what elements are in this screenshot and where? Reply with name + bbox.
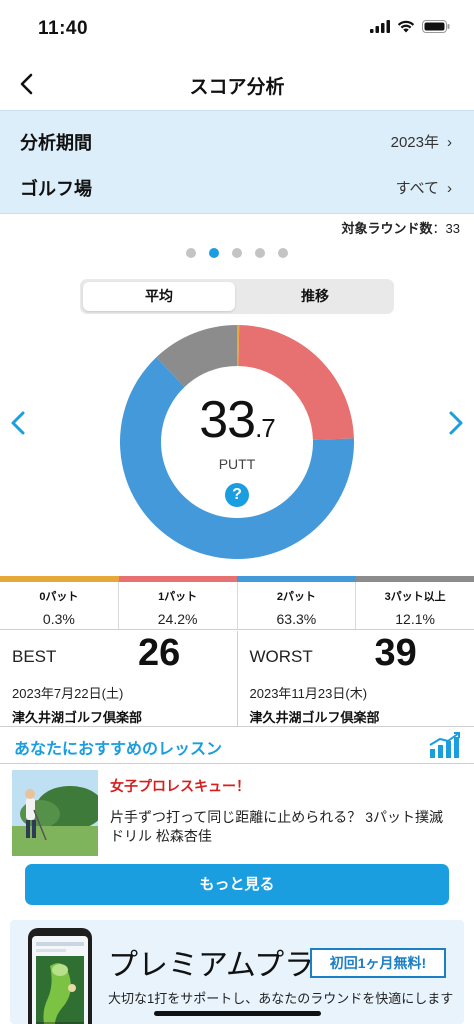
status-icons	[370, 20, 450, 33]
worst-course: 津久井湖ゴルフ倶楽部	[249, 710, 380, 725]
course-map-icon	[36, 942, 84, 1024]
status-time: 11:40	[38, 18, 89, 39]
page-title: スコア分析	[189, 77, 285, 98]
best-worst-panel: BEST 26 2023年7月22日(土) 津久井湖ゴルフ倶楽部 WORST 3…	[0, 631, 474, 727]
filter-value-text: 2023年	[390, 134, 439, 151]
filter-label: 分析期間	[20, 133, 92, 153]
filter-value[interactable]: すべて ›	[396, 177, 452, 198]
legend-cell: 2パット 63.3%	[238, 582, 357, 629]
premium-title: プレミアムプラン	[108, 949, 345, 982]
lesson-description: 片手ずつ打って同じ距離に止められる？ 3パット撲滅ドリル 松森杏佳	[110, 809, 443, 844]
segment-trend[interactable]: 推移	[239, 282, 391, 311]
page-dot[interactable]	[186, 248, 196, 258]
legend-percent-label: 0.3%	[42, 611, 75, 627]
next-arrow-icon[interactable]	[444, 405, 468, 441]
wifi-icon	[397, 20, 415, 33]
worst-score: 39	[374, 632, 417, 674]
lesson-thumbnail-image	[12, 770, 98, 856]
lesson-section-title: あなたにおすすめのレッスン	[14, 741, 223, 758]
page-dot[interactable]	[209, 248, 219, 258]
lesson-section-header: あなたにおすすめのレッスン	[0, 727, 474, 764]
status-bar: 11:40	[0, 0, 474, 58]
average-putt-unit: PUTT	[218, 456, 256, 472]
rounds-count-label: 対象ラウンド数	[341, 221, 433, 236]
previous-arrow-icon[interactable]	[6, 405, 30, 441]
worst-card: WORST 39 2023年11月23日(木) 津久井湖ゴルフ倶楽部	[238, 631, 474, 726]
segment-average[interactable]: 平均	[83, 282, 235, 311]
legend-category-label: 3パット以上	[384, 591, 446, 603]
filter-row-period[interactable]: 分析期間 2023年 ›	[0, 117, 474, 163]
page-dot[interactable]	[232, 248, 242, 258]
best-course: 津久井湖ゴルフ倶楽部	[12, 710, 143, 725]
filter-row-course[interactable]: ゴルフ場 すべて ›	[0, 163, 474, 209]
legend-percent-label: 24.2%	[157, 611, 198, 627]
legend-category-label: 1パット	[158, 591, 198, 603]
bar-chart-icon	[429, 732, 460, 758]
lesson-card[interactable]: 女子プロレスキュー！ 片手ずつ打って同じ距離に止められる？ 3パット撲滅ドリル …	[0, 764, 474, 860]
more-lessons-button[interactable]: もっと見る	[25, 864, 449, 905]
average-putt-value: 33.7	[119, 390, 355, 450]
legend-cell: 0パット 0.3%	[0, 582, 119, 629]
phone-mockup-image	[28, 928, 92, 1024]
rounds-count-value: ：33	[432, 221, 460, 236]
best-card: BEST 26 2023年7月22日(土) 津久井湖ゴルフ倶楽部	[0, 631, 238, 726]
filter-value-text: すべて	[395, 180, 439, 197]
legend-percent-label: 12.1%	[395, 611, 435, 627]
page-dot[interactable]	[278, 248, 288, 258]
donut-center: 33.7 PUTT ?	[119, 324, 355, 560]
best-label: BEST	[12, 647, 57, 666]
legend-percent-label: 63.3%	[276, 611, 317, 627]
best-score: 26	[138, 632, 181, 674]
premium-plan-banner[interactable]: プレミアムプラン 初回1ヶ月無料! 大切な1打をサポートし、あなたのラウンドを快…	[10, 920, 464, 1024]
legend-category-label: 2パット	[276, 591, 316, 603]
filter-label: ゴルフ場	[20, 179, 92, 199]
page-dot[interactable]	[255, 248, 265, 258]
filter-value[interactable]: 2023年 ›	[391, 131, 452, 152]
home-indicator	[154, 1011, 321, 1016]
segmented-control: 平均 推移	[80, 279, 394, 314]
legend-grid: 0パット 0.3% 1パット 24.2% 2パット 63.3% 3パット以上 12.1%	[0, 582, 474, 630]
worst-date: 2023年11月23日(木)	[249, 686, 368, 701]
legend-category-label: 0パット	[39, 591, 79, 603]
legend-cell: 3パット以上 12.1%	[356, 582, 474, 629]
worst-label: WORST	[249, 647, 313, 666]
average-putt-dec: .7	[255, 413, 276, 443]
phone-screen	[32, 936, 88, 1024]
legend-cell: 1パット 24.2%	[119, 582, 238, 629]
premium-trial-badge: 初回1ヶ月無料!	[310, 948, 446, 978]
lesson-tag: 女子プロレスキュー！	[110, 778, 250, 794]
filter-panel: 分析期間 2023年 › ゴルフ場 すべて ›	[0, 110, 474, 214]
chevron-right-icon: ›	[447, 180, 452, 197]
average-putt-int: 33	[199, 391, 256, 449]
premium-description: 大切な1打をサポートし、あなたのラウンドを快適にします	[108, 991, 454, 1006]
help-question-icon[interactable]: ?	[225, 483, 249, 507]
cellular-signal-icon	[370, 20, 390, 33]
battery-icon	[422, 20, 450, 33]
nav-bar: スコア分析	[0, 58, 474, 110]
rounds-count: 対象ラウンド数：33	[342, 218, 460, 237]
best-date: 2023年7月22日(土)	[12, 686, 124, 701]
chevron-right-icon: ›	[447, 134, 452, 151]
page-indicator	[0, 248, 474, 258]
